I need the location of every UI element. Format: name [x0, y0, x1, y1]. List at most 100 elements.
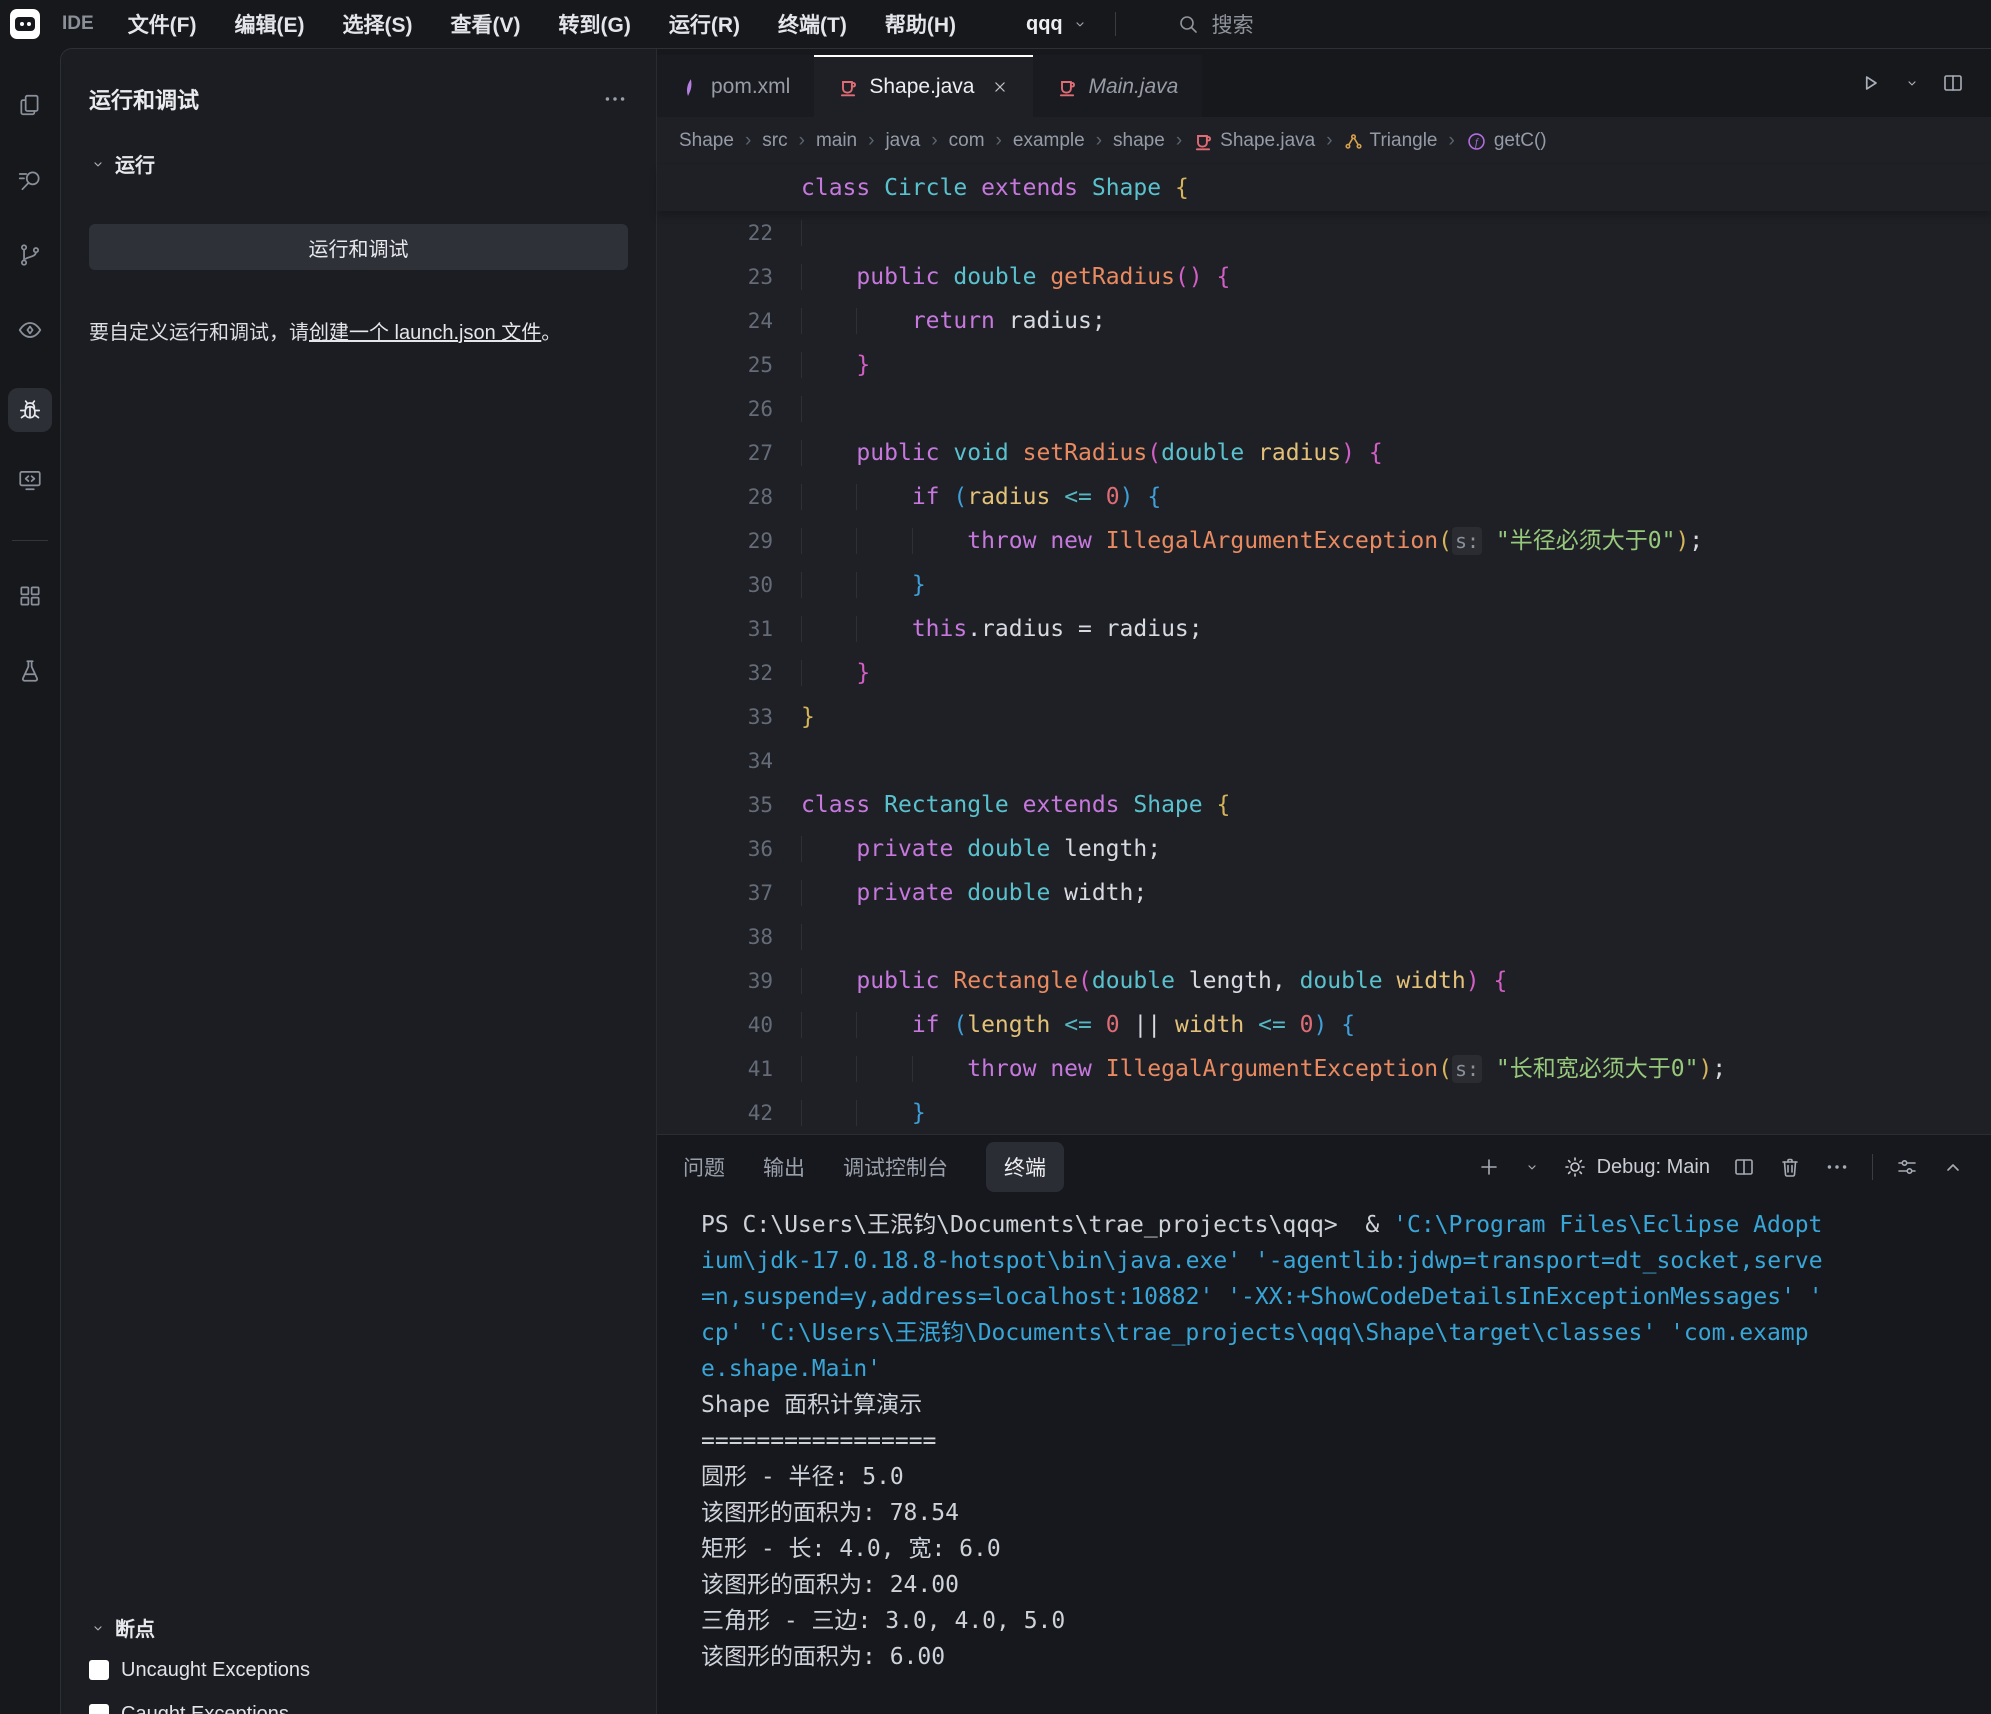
code-editor[interactable]: 22 23 public double getRadius() {24 retu… — [657, 211, 1991, 1134]
new-terminal-icon[interactable] — [1477, 1155, 1501, 1179]
more-actions-icon[interactable] — [1824, 1154, 1850, 1180]
code-line-content: class Rectangle extends Shape { — [801, 783, 1230, 827]
more-actions-icon[interactable] — [602, 86, 628, 112]
code-line[interactable]: 37 private double width; — [657, 871, 1991, 915]
debug-session-select[interactable]: Debug: Main — [1563, 1155, 1710, 1179]
code-line[interactable]: 23 public double getRadius() { — [657, 255, 1991, 299]
breadcrumb-item[interactable]: Shape.java — [1193, 130, 1315, 152]
menu-item[interactable]: 文件(F) — [128, 9, 197, 39]
breadcrumb-item[interactable]: Triangle — [1344, 130, 1438, 152]
breadcrumb-separator: › — [1326, 130, 1332, 152]
code-line[interactable]: 41 throw new IllegalArgumentException(s:… — [657, 1047, 1991, 1091]
code-line[interactable]: 28 if (radius <= 0) { — [657, 475, 1991, 519]
line-number: 25 — [657, 343, 801, 387]
kill-terminal-icon[interactable] — [1778, 1155, 1802, 1179]
code-line[interactable]: 26 — [657, 387, 1991, 431]
editor-tab-pom-xml[interactable]: pom.xml — [657, 55, 814, 117]
breakpoints-header[interactable]: 断点 — [89, 1613, 628, 1642]
menu-item[interactable]: 编辑(E) — [235, 9, 305, 39]
line-number: 35 — [657, 783, 801, 827]
code-line[interactable]: 33} — [657, 695, 1991, 739]
code-line[interactable]: 24 return radius; — [657, 299, 1991, 343]
activity-remote-code-icon[interactable] — [8, 463, 52, 497]
project-name: qqq — [1026, 13, 1063, 36]
breadcrumb-item[interactable]: src — [762, 130, 787, 152]
breadcrumb-item[interactable]: shape — [1113, 130, 1165, 152]
breakpoint-row[interactable]: Uncaught Exceptions — [89, 1648, 628, 1692]
code-line[interactable]: 29 throw new IllegalArgumentException(s:… — [657, 519, 1991, 563]
pom-file-icon — [681, 78, 700, 97]
panel-tab-2[interactable]: 调试控制台 — [843, 1152, 948, 1182]
chevron-down-icon — [1071, 15, 1089, 33]
code-line[interactable]: 25 } — [657, 343, 1991, 387]
code-line[interactable]: 27 public void setRadius(double radius) … — [657, 431, 1991, 475]
split-terminal-icon[interactable] — [1732, 1155, 1756, 1179]
menu-item[interactable]: 转到(G) — [559, 9, 631, 39]
app-logo-icon[interactable] — [10, 9, 40, 39]
activity-extensions-icon[interactable] — [8, 579, 52, 613]
breadcrumb-item[interactable]: com — [949, 130, 985, 152]
run-section-label: 运行 — [115, 149, 155, 178]
code-line[interactable]: 31 this.radius = radius; — [657, 607, 1991, 651]
run-section-header[interactable]: 运行 — [89, 149, 628, 178]
run-file-icon[interactable] — [1857, 70, 1883, 96]
code-line[interactable]: 38 — [657, 915, 1991, 959]
code-line[interactable]: 35class Rectangle extends Shape { — [657, 783, 1991, 827]
menu-item[interactable]: 帮助(H) — [885, 9, 956, 39]
activity-source-control-icon[interactable] — [8, 238, 52, 272]
maximize-panel-icon[interactable] — [1941, 1155, 1965, 1179]
breadcrumb-item[interactable]: fgetC() — [1466, 130, 1547, 152]
run-and-debug-button[interactable]: 运行和调试 — [89, 224, 628, 270]
code-line[interactable]: 39 public Rectangle(double length, doubl… — [657, 959, 1991, 1003]
menu-item[interactable]: 终端(T) — [778, 9, 847, 39]
code-line[interactable]: 32 } — [657, 651, 1991, 695]
tab-label: Main.java — [1088, 75, 1178, 99]
panel-tab-3[interactable]: 终端 — [986, 1142, 1064, 1192]
chevron-down-icon[interactable] — [1523, 1158, 1541, 1176]
code-line[interactable]: 42 } — [657, 1091, 1991, 1134]
activity-run-and-debug-icon[interactable] — [8, 388, 52, 432]
checkbox[interactable] — [89, 1704, 109, 1714]
breadcrumb-item[interactable]: java — [885, 130, 920, 152]
menu-item[interactable]: 运行(R) — [669, 9, 740, 39]
sticky-scroll-line[interactable]: class Circle extends Shape { — [657, 165, 1991, 211]
activity-search-icon[interactable] — [8, 163, 52, 197]
activity-explorer-icon[interactable] — [8, 88, 52, 122]
menu-item[interactable]: 选择(S) — [343, 9, 413, 39]
java-file-icon — [838, 77, 858, 97]
checkbox[interactable] — [89, 1660, 109, 1680]
hint-suffix: 。 — [541, 322, 561, 344]
code-line[interactable]: 22 — [657, 211, 1991, 255]
tab-close-icon[interactable] — [991, 78, 1009, 96]
terminal-settings-icon[interactable] — [1895, 1155, 1919, 1179]
terminal-line: 该图形的面积为: 6.00 — [701, 1639, 1991, 1675]
create-launch-json-link[interactable]: 创建一个 launch.json 文件 — [309, 322, 541, 344]
chevron-down-icon[interactable] — [1903, 74, 1921, 92]
breadcrumb: Shape›src›main›java›com›example›shape›Sh… — [657, 117, 1991, 165]
project-switcher[interactable]: qqq — [1026, 13, 1089, 36]
chevron-down-icon — [89, 1619, 107, 1637]
terminal-output[interactable]: PS C:\Users\王泯钧\Documents\trae_projects\… — [657, 1199, 1991, 1675]
breadcrumb-label: Shape.java — [1220, 130, 1315, 152]
code-line[interactable]: 34 — [657, 739, 1991, 783]
panel-tab-0[interactable]: 问题 — [683, 1152, 725, 1182]
code-line[interactable]: 36 private double length; — [657, 827, 1991, 871]
breadcrumb-item[interactable]: main — [816, 130, 857, 152]
tab-bar: pom.xmlShape.java Main.java — [657, 49, 1991, 117]
code-line[interactable]: 40 if (length <= 0 || width <= 0) { — [657, 1003, 1991, 1047]
menu-item[interactable]: 查看(V) — [451, 9, 521, 39]
activity-preview-icon[interactable] — [8, 313, 52, 347]
line-number: 39 — [657, 959, 801, 1003]
split-editor-icon[interactable] — [1941, 71, 1965, 95]
breadcrumb-item[interactable]: example — [1013, 130, 1085, 152]
activity-testing-icon[interactable] — [8, 654, 52, 688]
logo-label: IDE — [62, 13, 94, 35]
editor-tab-shape-java[interactable]: Shape.java — [814, 55, 1033, 117]
global-search[interactable]: 搜索 — [1176, 9, 1254, 39]
breadcrumb-item[interactable]: Shape — [679, 130, 734, 152]
editor-tab-main-java[interactable]: Main.java — [1033, 55, 1202, 117]
panel-tab-1[interactable]: 输出 — [763, 1152, 805, 1182]
breakpoint-row[interactable]: Caught Exceptions — [89, 1692, 628, 1714]
code-line[interactable]: 30 } — [657, 563, 1991, 607]
breakpoints-list: Uncaught ExceptionsCaught Exceptions — [89, 1648, 628, 1714]
